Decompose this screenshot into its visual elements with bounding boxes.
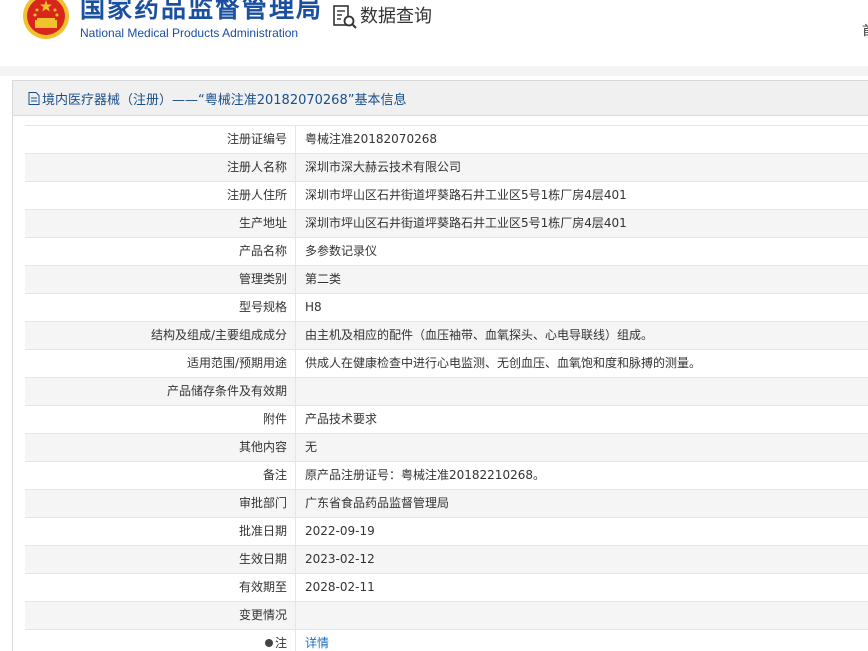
brand-block[interactable]: 国家药品监督管理局 National Medical Products Admi… — [80, 0, 323, 40]
row-label: 有效期至 — [25, 574, 296, 601]
info-table: 注册证编号 粤械注准20182070268 注册人名称 深圳市深大赫云技术有限公… — [25, 125, 868, 651]
national-emblem-icon — [23, 0, 69, 39]
note-label: 注 — [274, 636, 287, 650]
row-label: 其他内容 — [25, 434, 296, 461]
table-row: 有效期至 2028-02-11 — [25, 574, 868, 602]
details-link[interactable]: 详情 — [305, 636, 329, 650]
row-value: 深圳市坪山区石井街道坪葵路石井工业区5号1栋厂房4层401 — [305, 216, 627, 230]
table-row: 注册证编号 粤械注准20182070268 — [25, 126, 868, 154]
data-query-label: 数据查询 — [360, 6, 432, 27]
row-value: 2023-02-12 — [305, 552, 375, 566]
table-row: 生效日期 2023-02-12 — [25, 546, 868, 574]
header-divider — [0, 66, 868, 76]
row-label: 备注 — [25, 462, 296, 489]
table-row: 备注 原产品注册证号：粤械注准20182210268。 — [25, 462, 868, 490]
table-row: 管理类别 第二类 — [25, 266, 868, 294]
table-row: 审批部门 广东省食品药品监督管理局 — [25, 490, 868, 518]
home-link-partial[interactable]: 首 — [862, 20, 868, 39]
table-row: 变更情况 — [25, 602, 868, 630]
page: 国家药品监督管理局 National Medical Products Admi… — [0, 0, 868, 651]
table-row: 注册人住所 深圳市坪山区石井街道坪葵路石井工业区5号1栋厂房4层401 — [25, 182, 868, 210]
detail-panel: 境内医疗器械（注册）——“粤械注准20182070268”基本信息 注册证编号 … — [12, 80, 868, 651]
row-label: 适用范围/预期用途 — [25, 350, 296, 377]
row-label: 型号规格 — [25, 294, 296, 321]
row-value — [296, 602, 868, 629]
row-label: 附件 — [25, 406, 296, 433]
agency-name-en: National Medical Products Administration — [80, 26, 299, 40]
table-row: 结构及组成/主要组成成分 由主机及相应的配件（血压袖带、血氧探头、心电导联线）组… — [25, 322, 868, 350]
row-value: 原产品注册证号：粤械注准20182210268。 — [305, 468, 545, 482]
row-value: 深圳市坪山区石井街道坪葵路石井工业区5号1栋厂房4层401 — [305, 188, 627, 202]
row-label: 生效日期 — [25, 546, 296, 573]
table-row: 型号规格 H8 — [25, 294, 868, 322]
row-label: 批准日期 — [25, 518, 296, 545]
table-row: 适用范围/预期用途 供成人在健康检查中进行心电监测、无创血压、血氧饱和度和脉搏的… — [25, 350, 868, 378]
row-value: 深圳市深大赫云技术有限公司 — [305, 160, 462, 174]
row-value: 广东省食品药品监督管理局 — [305, 496, 450, 510]
document-search-icon — [333, 5, 357, 29]
row-label: 结构及组成/主要组成成分 — [25, 322, 296, 349]
document-icon — [28, 91, 40, 105]
row-value: 2022-09-19 — [305, 524, 375, 538]
table-row: 注册人名称 深圳市深大赫云技术有限公司 — [25, 154, 868, 182]
row-label: 注册证编号 — [25, 126, 296, 153]
row-value: H8 — [305, 300, 322, 314]
row-label: 注册人住所 — [25, 182, 296, 209]
row-label: 审批部门 — [25, 490, 296, 517]
table-row: 附件 产品技术要求 — [25, 406, 868, 434]
row-value: 2028-02-11 — [305, 580, 375, 594]
row-value: 多参数记录仪 — [305, 244, 378, 258]
row-label: 产品储存条件及有效期 — [25, 378, 296, 405]
row-label: 管理类别 — [25, 266, 296, 293]
panel-title: 境内医疗器械（注册）——“粤械注准20182070268”基本信息 — [42, 92, 407, 108]
table-row-note: 注 详情 — [25, 630, 868, 651]
note-value-cell: 详情 — [296, 630, 868, 651]
agency-name-cn: 国家药品监督管理局 — [80, 0, 324, 23]
table-row: 其他内容 无 — [25, 434, 868, 462]
row-value: 无 — [305, 440, 318, 454]
row-value: 第二类 — [305, 272, 342, 286]
data-query-nav[interactable]: 数据查询 — [332, 4, 432, 30]
panel-header: 境内医疗器械（注册）——“粤械注准20182070268”基本信息 — [13, 81, 868, 116]
row-value: 由主机及相应的配件（血压袖带、血氧探头、心电导联线）组成。 — [305, 328, 654, 342]
row-value: 粤械注准20182070268 — [305, 132, 437, 146]
table-row: 生产地址 深圳市坪山区石井街道坪葵路石井工业区5号1栋厂房4层401 — [25, 210, 868, 238]
table-row: 批准日期 2022-09-19 — [25, 518, 868, 546]
row-label: 生产地址 — [25, 210, 296, 237]
site-header: 国家药品监督管理局 National Medical Products Admi… — [0, 0, 868, 60]
row-value: 产品技术要求 — [305, 412, 378, 426]
row-value — [296, 378, 868, 405]
row-label: 注册人名称 — [25, 154, 296, 181]
row-label: 产品名称 — [25, 238, 296, 265]
note-label-cell: 注 — [25, 630, 296, 651]
table-row: 产品储存条件及有效期 — [25, 378, 868, 406]
bullet-icon — [264, 638, 273, 647]
row-label: 变更情况 — [25, 602, 296, 629]
row-value: 供成人在健康检查中进行心电监测、无创血压、血氧饱和度和脉搏的测量。 — [305, 356, 702, 370]
table-row: 产品名称 多参数记录仪 — [25, 238, 868, 266]
